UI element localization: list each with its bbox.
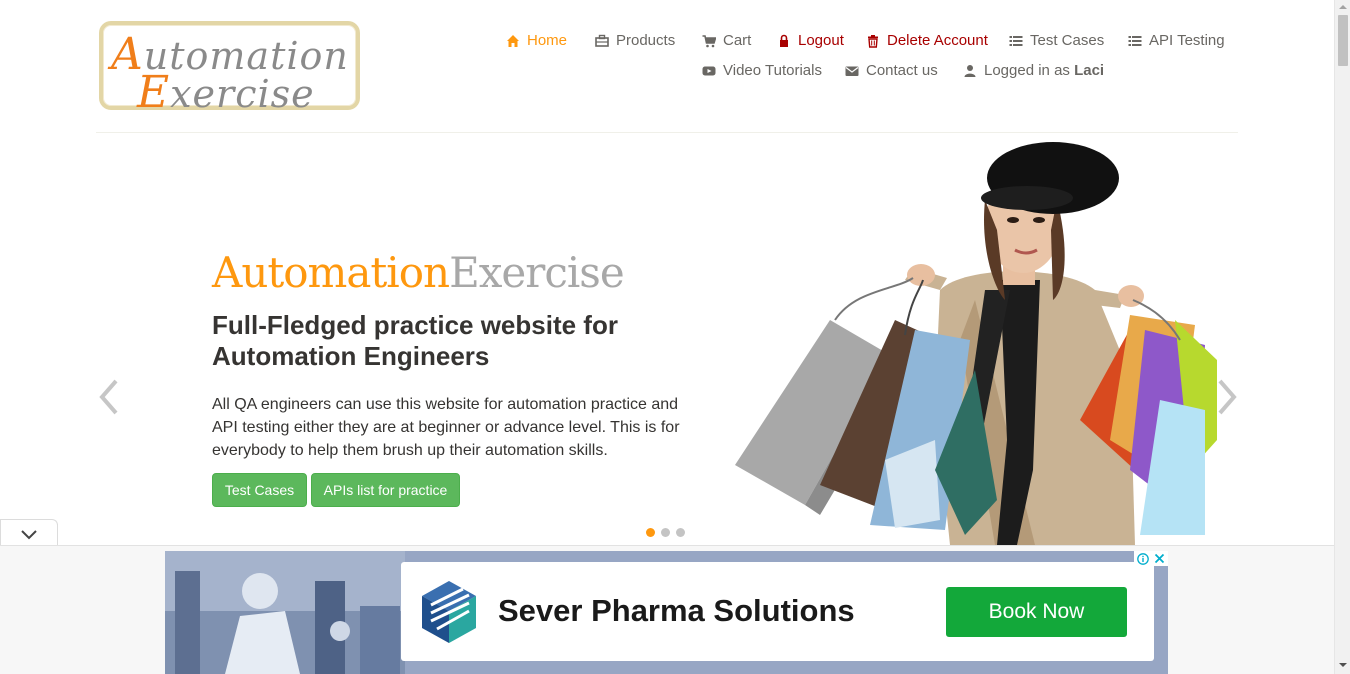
youtube-icon (702, 64, 716, 78)
hero-description: All QA engineers can use this website fo… (212, 396, 680, 459)
nav-contact-us[interactable]: Contact us (845, 62, 938, 79)
lock-icon (777, 34, 791, 48)
nav-cart-label: Cart (723, 32, 752, 49)
logged-in-label: Logged in as Laci (984, 62, 1105, 79)
page-scrollbar[interactable] (1334, 0, 1350, 674)
cart-icon (702, 34, 717, 48)
nav-cart[interactable]: Cart (702, 32, 751, 49)
hero-brand-title: AutomationExercise (212, 248, 625, 297)
list-icon (1128, 34, 1142, 48)
sever-pharma-logo-icon (422, 581, 476, 643)
nav-video-tutorials[interactable]: Video Tutorials (702, 62, 822, 79)
scroll-up-icon[interactable] (1338, 3, 1348, 11)
nav-video-tutorials-label: Video Tutorials (723, 62, 822, 79)
nav-logout-label: Logout (798, 32, 844, 49)
products-icon (595, 34, 609, 48)
home-icon (506, 34, 520, 48)
nav-home[interactable]: Home (506, 32, 567, 49)
info-icon[interactable] (1136, 552, 1149, 565)
advertisement-banner[interactable]: Sever Pharma Solutions Book Now (165, 551, 1168, 674)
apis-list-button[interactable]: APIs list for practice (311, 473, 460, 507)
scroll-down-icon[interactable] (1338, 661, 1348, 669)
list-icon (1009, 34, 1023, 48)
nav-products[interactable]: Products (595, 32, 675, 49)
nav-contact-us-label: Contact us (866, 62, 938, 79)
hero-heading: Full-Fledged practice website for Automa… (212, 310, 618, 371)
carousel-indicators (646, 528, 685, 537)
nav-home-label: Home (527, 32, 568, 49)
carousel-prev-icon[interactable] (96, 375, 124, 419)
site-logo[interactable]: Automation Exercise (99, 21, 360, 118)
scrollbar-thumb[interactable] (1338, 15, 1348, 66)
ad-book-now-button[interactable]: Book Now (946, 587, 1127, 637)
close-icon[interactable] (1154, 553, 1165, 564)
nav-products-label: Products (616, 32, 676, 49)
nav-test-cases-label: Test Cases (1030, 32, 1105, 49)
nav-logout[interactable]: Logout (777, 32, 844, 49)
nav-test-cases[interactable]: Test Cases (1009, 32, 1104, 49)
carousel-dot-1[interactable] (646, 528, 655, 537)
carousel-dot-3[interactable] (676, 528, 685, 537)
test-cases-button[interactable]: Test Cases (212, 473, 307, 507)
ad-advertiser-name: Sever Pharma Solutions (498, 593, 855, 628)
ad-lab-photo (165, 551, 405, 674)
carousel-dot-2[interactable] (661, 528, 670, 537)
envelope-icon (845, 64, 859, 78)
ad-card[interactable]: Sever Pharma Solutions Book Now (401, 562, 1154, 661)
chevron-down-icon (21, 530, 37, 540)
logo-line-2: Exercise (137, 67, 315, 118)
nav-logged-in-as: Logged in as Laci (963, 62, 1104, 79)
header-divider (96, 132, 1238, 133)
ad-collapse-tab[interactable] (0, 519, 58, 546)
nav-api-testing-label: API Testing (1149, 32, 1225, 49)
user-icon (963, 64, 977, 78)
nav-delete-account[interactable]: Delete Account (866, 32, 988, 49)
nav-delete-account-label: Delete Account (887, 32, 988, 49)
logged-in-username: Laci (1074, 62, 1105, 79)
nav-api-testing[interactable]: API Testing (1128, 32, 1225, 49)
trash-icon (866, 34, 880, 48)
hero-shopping-girl-image (735, 142, 1217, 545)
ad-choices-badge[interactable] (1134, 551, 1168, 566)
